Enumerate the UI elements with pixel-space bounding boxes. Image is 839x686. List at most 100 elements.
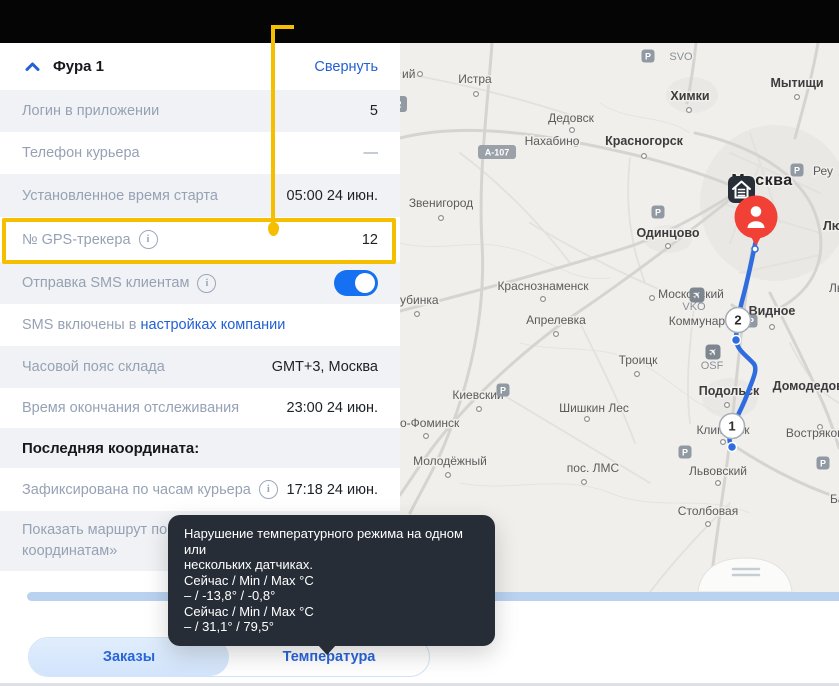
row-label: Зафиксирована по часам курьера	[22, 482, 251, 498]
map-city-dot	[582, 480, 587, 485]
svg-text:Р: Р	[820, 458, 826, 468]
route-waypoint-marker[interactable]: 2	[726, 308, 751, 333]
collapse-button[interactable]: Свернуть	[314, 59, 378, 75]
map-label: Краснознаменск	[497, 279, 589, 293]
map-city-dot	[795, 95, 800, 100]
info-circle-icon[interactable]	[139, 230, 158, 249]
tooltip-line: нескольких датчиках.	[184, 557, 479, 573]
map-label: убинка	[400, 293, 439, 307]
tooltip-line: Сейчас / Min / Max °C	[184, 573, 479, 589]
map-label: SVO	[669, 51, 693, 63]
row-value: —	[364, 145, 379, 161]
map-label: Реу	[813, 164, 833, 178]
railway-badge-icon: Р	[642, 50, 655, 63]
map-city-dot	[721, 440, 726, 445]
map-city-dot	[541, 297, 546, 302]
row-sms-sending: Отправка SMS клиентам	[0, 262, 400, 304]
panel-header: Фура 1 Свернуть	[0, 43, 400, 90]
map-city-dot	[650, 296, 655, 301]
airport-badge-icon: ✈	[706, 345, 721, 360]
map-label: Молодёжный	[413, 454, 487, 468]
row-value: 5	[370, 103, 378, 119]
map-city-dot	[446, 473, 451, 478]
route-waypoint-marker[interactable]: 1	[720, 414, 745, 439]
map-city-dot	[585, 417, 590, 422]
svg-text:Р: Р	[645, 51, 651, 61]
info-circle-icon[interactable]	[259, 480, 278, 499]
map-city-dot	[706, 522, 711, 527]
row-label: Логин в приложении	[22, 103, 159, 119]
map-city-dot	[687, 108, 692, 113]
map-label: Востряково	[786, 426, 839, 440]
row-label-line2: координатам»	[22, 541, 117, 562]
map-label: Домодедово	[773, 379, 839, 393]
tooltip-line: – / 31,1° / 79,5°	[184, 619, 479, 635]
row-value: 05:00 24 июн.	[287, 188, 378, 204]
railway-badge-icon: Р	[679, 446, 692, 459]
map-label: Нахабино	[525, 134, 580, 148]
map-label: Красногорск	[605, 134, 684, 148]
toggle-knob	[355, 273, 375, 293]
svg-text:2: 2	[734, 313, 741, 328]
map-label: Мытищи	[770, 76, 823, 90]
tooltip-line: Нарушение температурного режима на одном…	[184, 526, 479, 557]
route-start-dot	[752, 246, 758, 252]
map-city-dot	[635, 372, 640, 377]
row-gps-tracker: № GPS-трекера 12	[0, 217, 400, 262]
map-city-dot	[424, 434, 429, 439]
map-label: OSF	[701, 360, 724, 372]
map-label: ий	[402, 67, 415, 81]
svg-text:1: 1	[728, 419, 735, 434]
info-circle-icon[interactable]	[197, 274, 216, 293]
map-label: Львовский	[689, 464, 747, 478]
section-title: Последняя координата:	[22, 440, 199, 457]
row-label-line1: Показать маршрут по	[22, 520, 167, 541]
svg-text:2: 2	[400, 99, 402, 109]
row-label: Часовой пояс склада	[22, 359, 165, 375]
company-settings-link[interactable]: настройках компании	[141, 317, 286, 333]
map[interactable]: ийИстраДедовскНахабиноКрасногорскSVOХимк…	[400, 43, 839, 592]
top-black-bar	[0, 0, 839, 43]
map-label: Ль	[829, 281, 839, 295]
map-city-dot	[418, 72, 423, 77]
row-label: Телефон курьера	[22, 145, 140, 161]
svg-text:Р: Р	[682, 447, 688, 457]
row-courier-phone: Телефон курьера —	[0, 132, 400, 174]
svg-text:Р: Р	[500, 385, 506, 395]
row-label: Отправка SMS клиентам	[22, 275, 189, 291]
row-value: 17:18 24 июн.	[287, 482, 378, 498]
row-tracking-end: Время окончания отслеживания 23:00 24 ию…	[0, 388, 400, 428]
map-label: VKO	[682, 301, 706, 313]
svg-text:А-107: А-107	[485, 147, 510, 157]
railway-badge-icon: Р	[497, 384, 510, 397]
row-label: № GPS-трекера	[22, 232, 131, 248]
map-city-dot	[642, 154, 647, 159]
railway-badge-icon: Р	[791, 164, 804, 177]
map-city-dot	[474, 92, 479, 97]
row-fixed-time: Зафиксирована по часам курьера 17:18 24 …	[0, 468, 400, 511]
map-canvas[interactable]: ийИстраДедовскНахабиноКрасногорскSVOХимк…	[400, 43, 839, 592]
panel-title: Фура 1	[53, 58, 104, 75]
map-city-dot	[439, 216, 444, 221]
map-city-dot	[666, 244, 671, 249]
svg-text:Р: Р	[794, 165, 800, 175]
airport-badge-icon: ✈	[690, 288, 705, 303]
map-label: Столбовая	[678, 504, 738, 518]
map-label: Звенигород	[409, 196, 473, 210]
map-label: Дедовск	[548, 111, 594, 125]
svg-text:Р: Р	[655, 207, 661, 217]
map-label: Киевский	[452, 388, 503, 402]
route-point-dot	[732, 336, 741, 345]
chevron-up-icon[interactable]	[25, 61, 40, 72]
road-badge: А-107	[478, 145, 516, 159]
map-label: Троицк	[619, 353, 659, 367]
map-city-dot	[770, 325, 775, 330]
row-start-time: Установленное время старта 05:00 24 июн.	[0, 174, 400, 217]
temperature-tooltip: Нарушение температурного режима на одном…	[168, 515, 495, 646]
sms-toggle[interactable]	[334, 270, 378, 296]
road-badge-edge: 2	[400, 96, 407, 112]
railway-badge-icon: Р	[817, 457, 830, 470]
map-city-dot	[570, 128, 575, 133]
tooltip-line: Сейчас / Min / Max °C	[184, 604, 479, 620]
map-city-dot	[716, 481, 721, 486]
